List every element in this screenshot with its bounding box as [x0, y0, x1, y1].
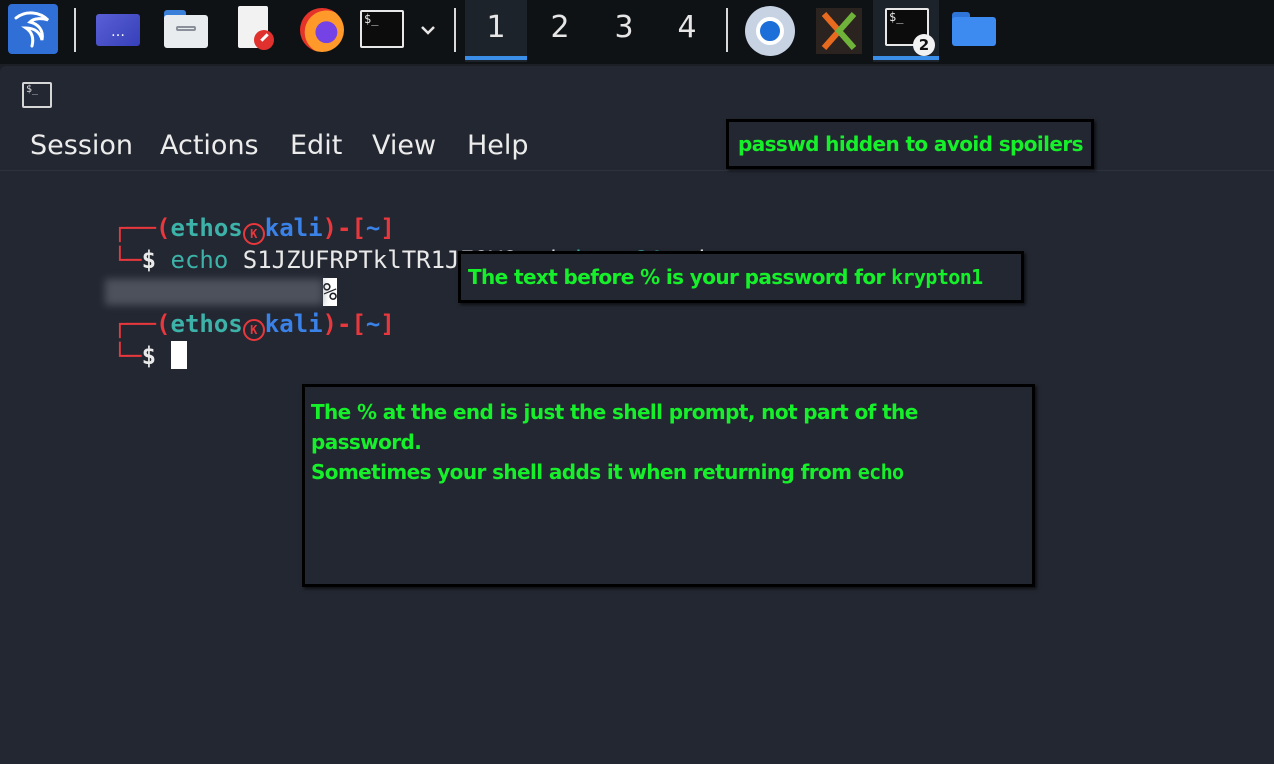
prompt-host: kali	[264, 310, 323, 338]
kali-logo-icon: K	[242, 319, 265, 341]
file-manager-icon[interactable]	[164, 10, 208, 48]
percent-note: The % at the end is just the shell promp…	[302, 384, 1035, 587]
taskbar-separator	[74, 8, 76, 52]
spoiler-note-text: passwd hidden to avoid spoilers	[738, 132, 1084, 156]
output-line: %	[18, 244, 338, 306]
percent-note-line1: The % at the end is just the shell promp…	[311, 400, 918, 454]
command-line: └─$ echo S1JZUFRPTklTR1JFQVQ= | base64 -…	[26, 212, 705, 274]
taskbar-separator	[454, 8, 456, 52]
input-line[interactable]: └─$	[26, 308, 187, 370]
workspace-2[interactable]: 2	[529, 0, 591, 62]
password-note-text: The text before % is your password for	[468, 265, 892, 289]
text-editor-icon[interactable]	[236, 6, 276, 52]
prompt-dir: ~	[365, 310, 381, 338]
prompt-dollar: $	[141, 342, 171, 370]
firefox-icon[interactable]	[300, 8, 344, 52]
percent-note-cmd: echo	[857, 460, 904, 484]
workspace-1[interactable]: 1	[465, 0, 527, 62]
workspace-3[interactable]: 3	[593, 0, 655, 62]
password-note: The text before % is your password for k…	[458, 251, 1024, 303]
menu-help[interactable]: Help	[467, 130, 529, 161]
percent-note-line2: Sometimes your shell adds it when return…	[311, 457, 1032, 487]
menu-edit[interactable]: Edit	[290, 130, 342, 161]
kali-dragon-icon[interactable]	[8, 4, 58, 54]
password-note-user: krypton1	[891, 265, 983, 289]
folder-icon[interactable]	[952, 12, 996, 46]
show-desktop-icon[interactable]: …	[96, 14, 140, 46]
menu-actions[interactable]: Actions	[160, 130, 259, 161]
prompt-line: ┌──(ethos Kkali)-[~]	[26, 276, 395, 341]
prompt-end: ]	[380, 310, 395, 338]
window-terminal-icon: $_	[22, 82, 52, 108]
text-cursor	[170, 341, 187, 369]
workspace-4[interactable]: 4	[656, 0, 718, 62]
burp-suite-icon[interactable]	[816, 8, 862, 54]
taskbar: … $_ 1 2 3 4 $_ 2	[0, 0, 1274, 64]
spoiler-note: passwd hidden to avoid spoilers	[726, 119, 1094, 169]
window-count-badge: 2	[913, 34, 935, 56]
prompt-line: ┌──(ethos Kkali)-[~]	[26, 180, 395, 245]
taskbar-separator	[726, 8, 728, 52]
terminal-taskbar-button[interactable]: $_ 2	[873, 0, 939, 62]
chromium-icon[interactable]	[745, 6, 795, 56]
menu-view[interactable]: View	[372, 130, 436, 161]
prompt-close: )-[	[322, 310, 366, 338]
prompt-corner: └─	[112, 342, 142, 370]
menu-session[interactable]: Session	[30, 130, 133, 161]
terminal-icon[interactable]: $_	[360, 10, 404, 48]
percent-note-line2-text: Sometimes your shell adds it when return…	[311, 460, 858, 484]
chevron-down-icon[interactable]	[418, 20, 438, 40]
